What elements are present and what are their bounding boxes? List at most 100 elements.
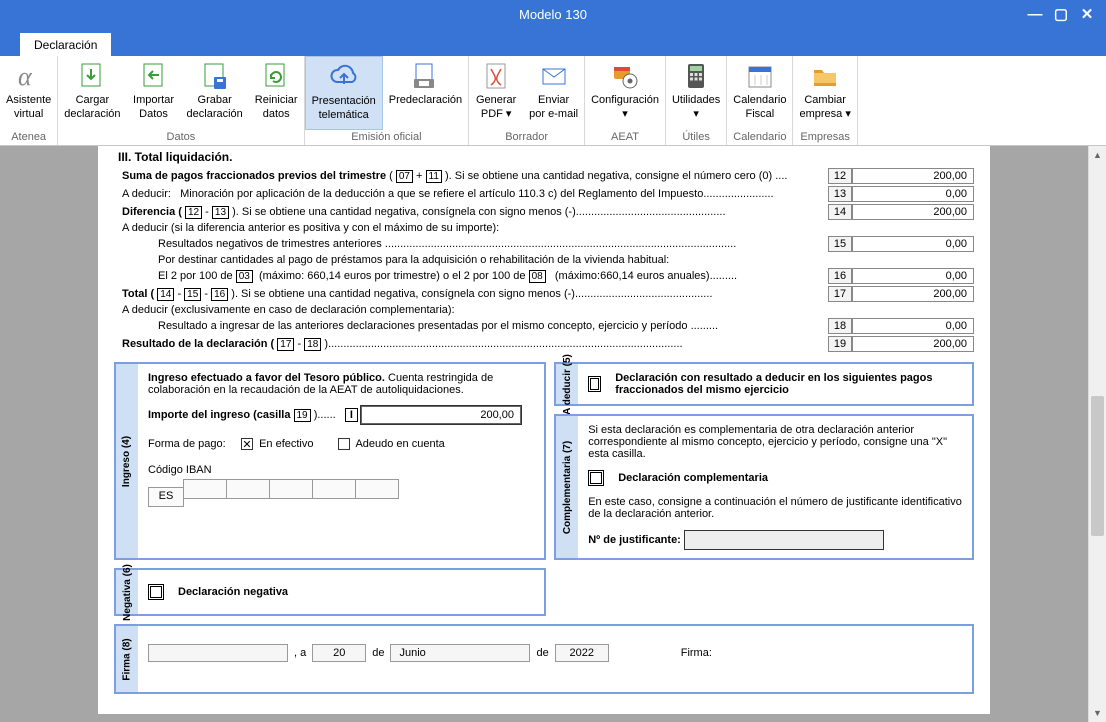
section-total-liquidacion: III. Total liquidación. Suma de pagos fr… [114, 150, 974, 352]
firma-place[interactable] [148, 644, 288, 662]
cell-16-val[interactable]: 0,00 [852, 268, 974, 284]
ribbon-btn-label2: por e-mail [529, 108, 578, 120]
reiniciar-datos[interactable]: Reiniciardatos [249, 56, 304, 130]
close-button[interactable]: ✕ [1074, 4, 1100, 24]
iban-seg-4[interactable] [312, 479, 356, 499]
predeclaracion[interactable]: Predeclaración [383, 56, 468, 130]
importe-value[interactable]: 200,00 [361, 406, 521, 424]
firma-year[interactable]: 2022 [555, 644, 609, 662]
ribbon-btn-label: Utilidades [672, 94, 720, 106]
ribbon-btn-label2: virtual [14, 108, 43, 120]
importar-datos[interactable]: ImportarDatos [127, 56, 181, 130]
calc-icon [680, 60, 712, 92]
ribbon-group: CargardeclaraciónImportarDatos Grabar decl… [58, 56, 304, 145]
box-13: 13 [212, 206, 229, 219]
ribbon-group: Cambiarempresa ▾Empresas [793, 56, 857, 145]
maximize-button[interactable]: ▢ [1048, 4, 1074, 24]
cell-12-num: 12 [828, 168, 852, 184]
ribbon-btn-label2: telemática [319, 109, 369, 121]
ribbon-group-label: Empresas [793, 130, 856, 145]
adeducir3: A deducir (exclusivamente en caso de dec… [114, 304, 974, 316]
compl-note: En este caso, consigne a continuación el… [588, 496, 962, 520]
iban-seg-5[interactable] [355, 479, 399, 499]
dif-suffix: ). Si se obtiene una cantidad negativa, … [232, 206, 576, 218]
iban-seg-2[interactable] [226, 479, 270, 499]
svg-text:α: α [18, 62, 33, 91]
presentacion-telematica[interactable]: Presentacióntelemática [305, 56, 383, 130]
checkbox-deducir[interactable] [588, 376, 601, 392]
cell-16-num: 16 [828, 268, 852, 284]
scroll-thumb[interactable] [1091, 396, 1104, 536]
ribbon-btn-label2: Fiscal [746, 108, 775, 120]
box-19: 19 [294, 409, 311, 422]
firma-lbl: Firma: [681, 647, 712, 659]
cargar-declaracion[interactable]: Cargardeclaración [58, 56, 126, 130]
suma-suffix: ). Si se obtiene una cantidad negativa, … [445, 170, 772, 182]
ribbon: αAsistentevirtualAteneaCargardeclaración… [0, 56, 1106, 146]
ribbon-btn-label2: datos [263, 108, 290, 120]
box-11: 11 [426, 170, 442, 183]
asistente-virtual[interactable]: αAsistentevirtual [0, 56, 57, 130]
titlebar: Modelo 130 — ▢ ✕ [0, 0, 1106, 28]
iban-label: Código IBAN [148, 464, 534, 476]
cloud-up-icon [328, 61, 360, 93]
cell-18-val[interactable]: 0,00 [852, 318, 974, 334]
configuracion[interactable]: Configuración▾ [585, 56, 665, 130]
grabar-declaracion[interactable]: Grabar declaración [181, 56, 249, 130]
ribbon-group-label: Atenea [0, 130, 57, 145]
cambiar-empresa[interactable]: Cambiarempresa ▾ [793, 56, 856, 130]
cell-13-val[interactable]: 0,00 [852, 186, 974, 202]
checkbox-negativa[interactable] [148, 584, 164, 600]
iban-seg-0[interactable]: ES [148, 487, 184, 507]
utilidades[interactable]: Utilidades▾ [666, 56, 726, 130]
cell-17-val[interactable]: 200,00 [852, 286, 974, 302]
vertical-scrollbar[interactable]: ▲ ▼ [1088, 146, 1106, 722]
tab-declaracion[interactable]: Declaración [20, 33, 111, 56]
cell-15-val[interactable]: 0,00 [852, 236, 974, 252]
iban-seg-3[interactable] [269, 479, 313, 499]
minimize-button[interactable]: — [1022, 4, 1048, 24]
ribbon-group: Configuración▾AEAT [585, 56, 666, 145]
dif-sep: - [205, 206, 212, 218]
gear-badge-icon [609, 60, 641, 92]
tabbar: Declaración [0, 28, 1106, 56]
generar-pdf[interactable]: GenerarPDF ▾ [469, 56, 523, 130]
negativa-label: Negativa (6) [122, 564, 133, 621]
checkbox-adeudo[interactable] [338, 438, 350, 450]
window-title: Modelo 130 [519, 7, 587, 22]
firma-day[interactable]: 20 [312, 644, 366, 662]
negativa-text: Declaración negativa [178, 586, 288, 598]
cell-12-val[interactable]: 200,00 [852, 168, 974, 184]
ribbon-group-label: Datos [58, 130, 303, 145]
iban-input[interactable]: ES [148, 479, 534, 507]
checkbox-complementaria[interactable] [588, 470, 604, 486]
ribbon-group-label: Borrador [469, 130, 584, 145]
ribbon-btn-label: Cambiar [804, 94, 846, 106]
importe-I: I [345, 408, 358, 422]
justificante-input[interactable] [684, 530, 884, 550]
ribbon-btn-label: Generar [476, 94, 516, 106]
ribbon-btn-label2: Datos [139, 108, 168, 120]
cell-18-num: 18 [828, 318, 852, 334]
resdecl-label: Resultado de la declaración ( [122, 338, 274, 350]
scroll-up-icon[interactable]: ▲ [1089, 146, 1106, 164]
box-15: 15 [184, 288, 201, 301]
resing-label: Resultado a ingresar de las anteriores d… [158, 320, 688, 332]
cell-14-val[interactable]: 200,00 [852, 204, 974, 220]
form-page: III. Total liquidación. Suma de pagos fr… [98, 146, 990, 714]
el2-end: (máximo:660,14 euros anuales) [555, 270, 710, 282]
box-07: 07 [396, 170, 413, 183]
dif-label: Diferencia ( [122, 206, 182, 218]
scroll-down-icon[interactable]: ▼ [1089, 704, 1106, 722]
checkbox-efectivo[interactable]: ✕ [241, 438, 253, 450]
firma-de1: de [372, 647, 384, 659]
firma-month[interactable]: Junio [390, 644, 530, 662]
calendario-fiscal[interactable]: CalendarioFiscal [727, 56, 792, 130]
ribbon-btn-label2: declaración [187, 108, 243, 120]
box-08: 08 [529, 270, 546, 283]
ribbon-btn-label: Grabar [198, 94, 232, 106]
enviar-email[interactable]: Enviarpor e-mail [523, 56, 584, 130]
cell-19-val[interactable]: 200,00 [852, 336, 974, 352]
iban-seg-1[interactable] [183, 479, 227, 499]
ribbon-group: αAsistentevirtualAtenea [0, 56, 58, 145]
